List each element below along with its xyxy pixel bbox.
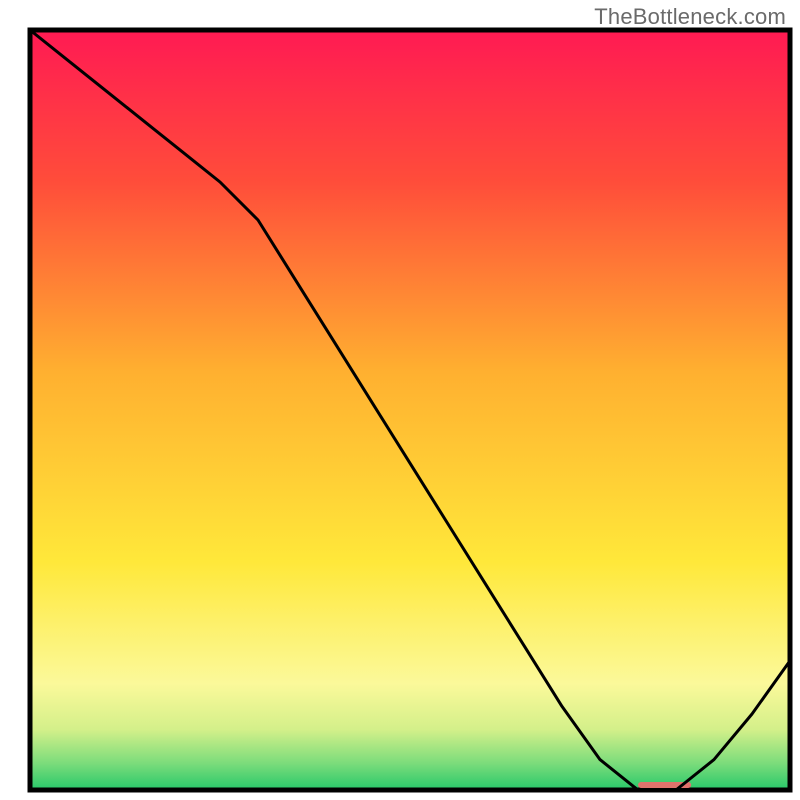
watermark-text: TheBottleneck.com bbox=[594, 4, 786, 30]
chart-background-gradient bbox=[30, 30, 790, 790]
chart-container: TheBottleneck.com bbox=[0, 0, 800, 800]
bottleneck-chart bbox=[0, 0, 800, 800]
